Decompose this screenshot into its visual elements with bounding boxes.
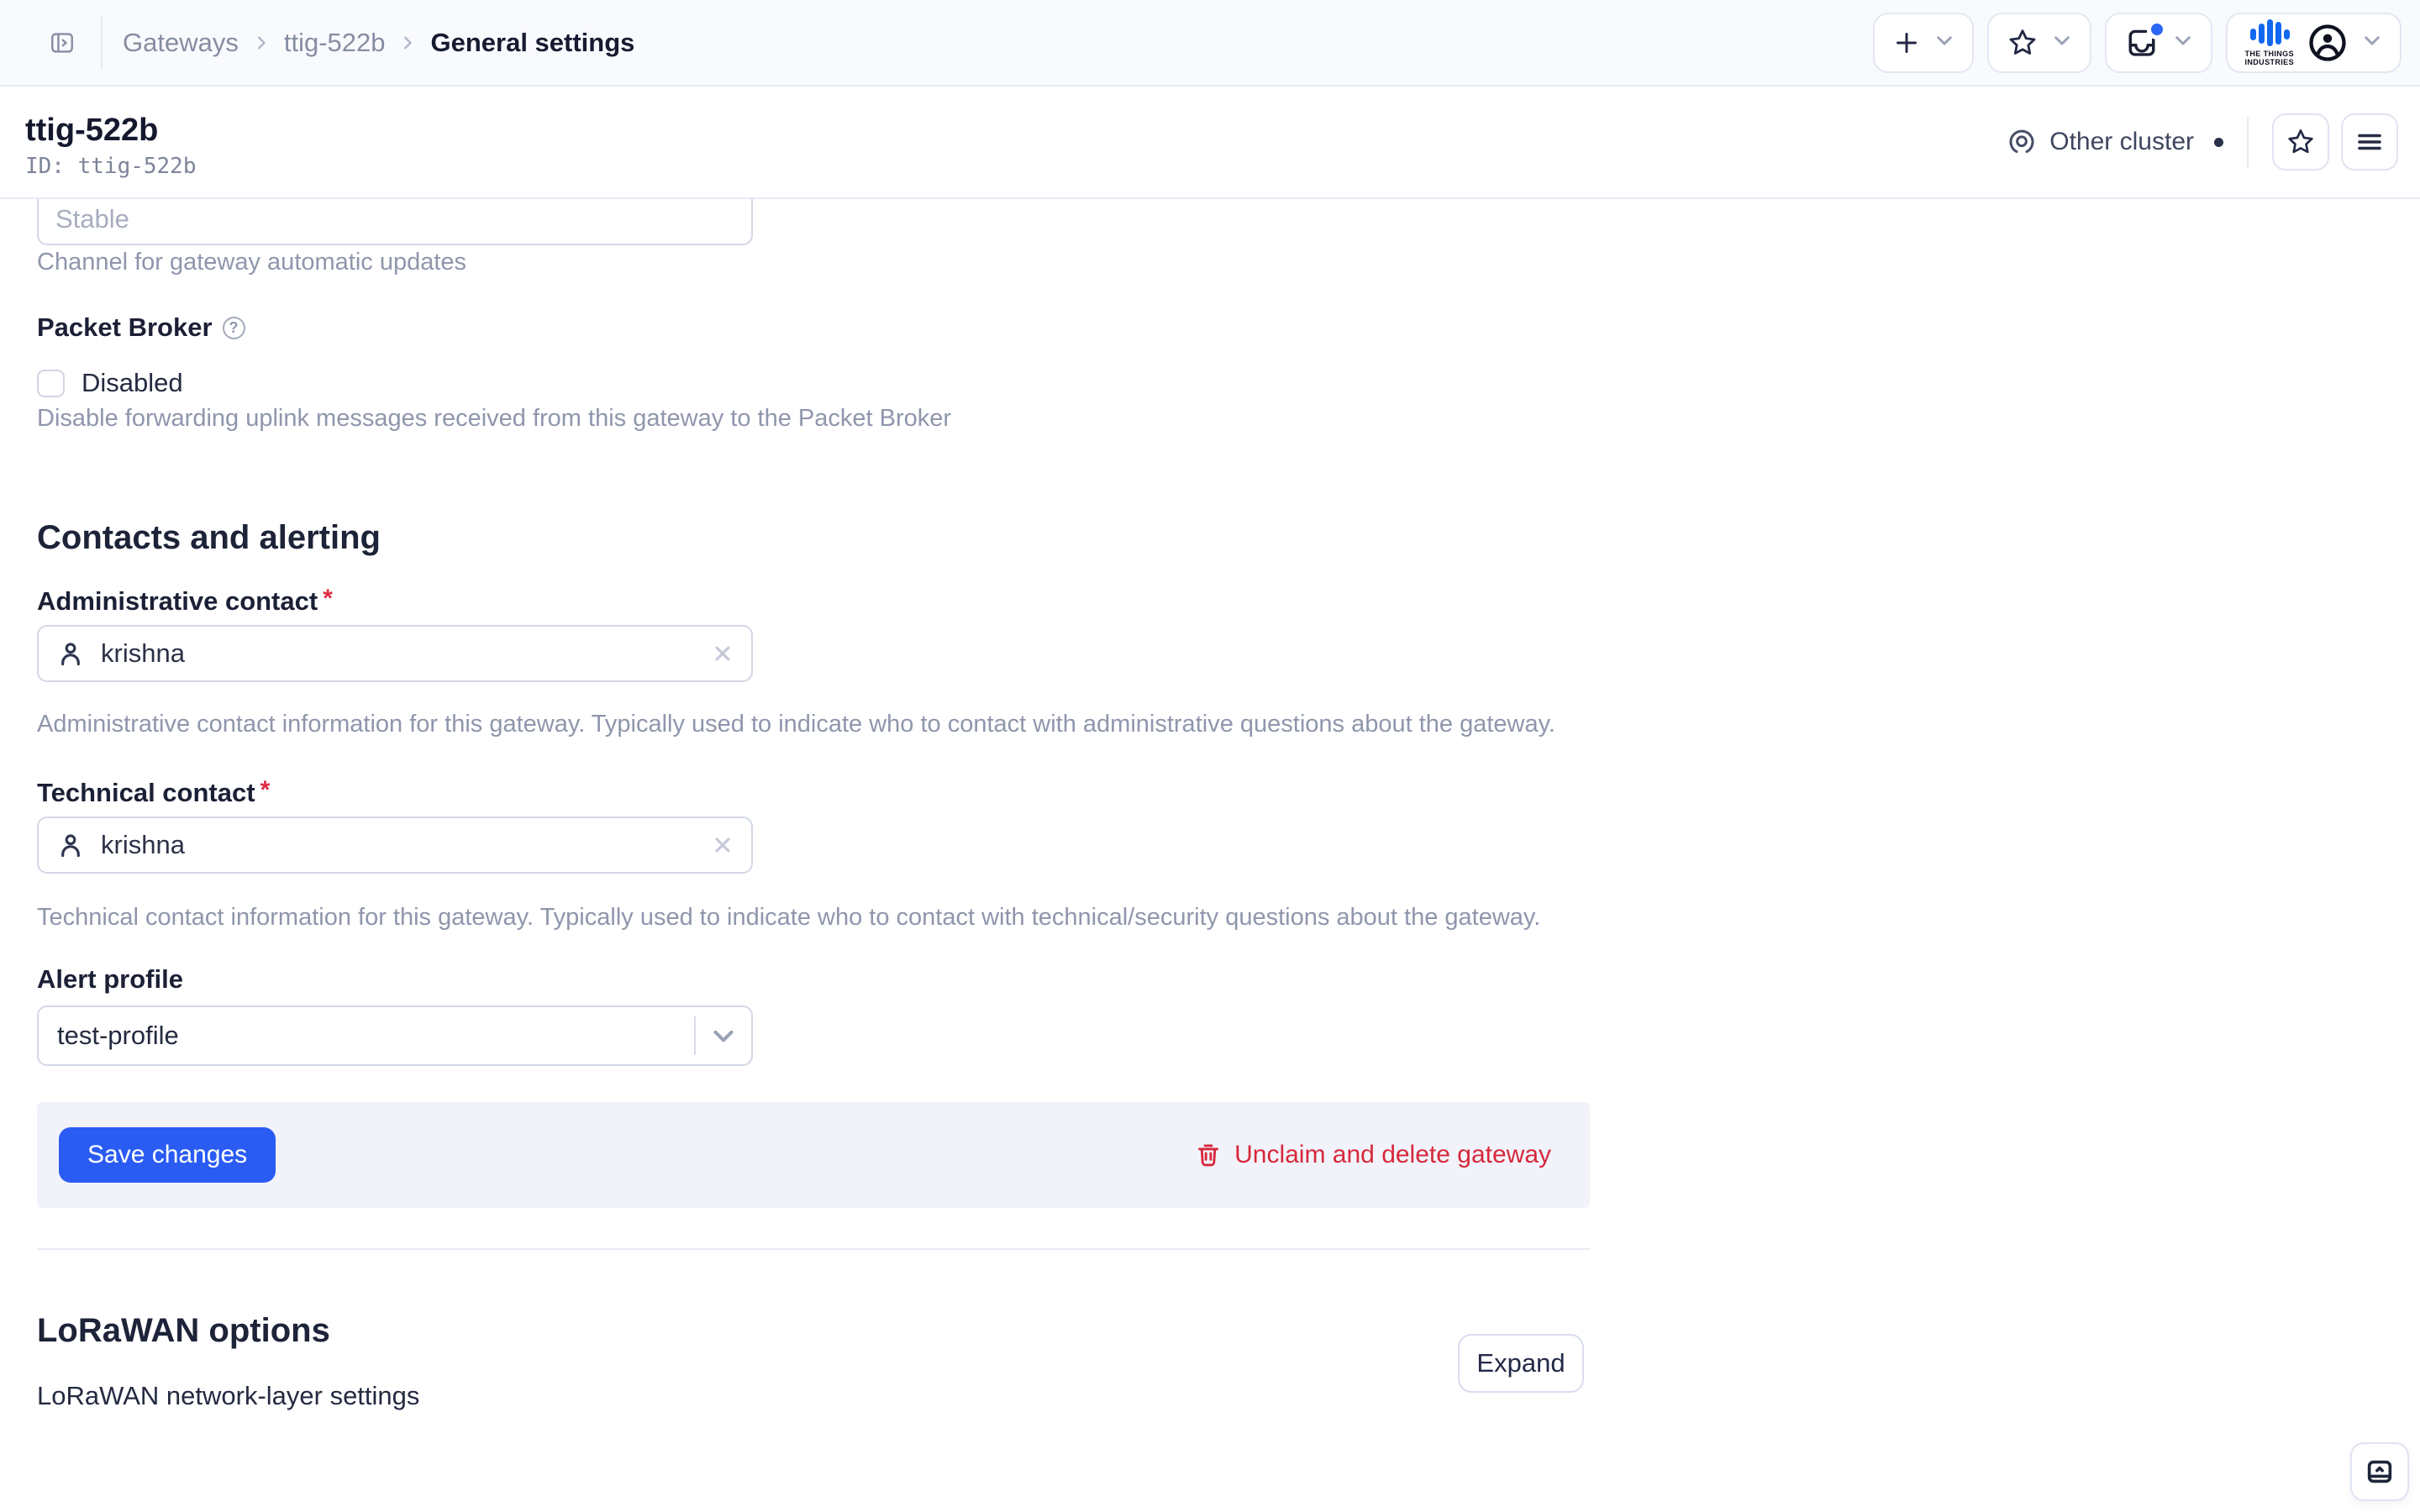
hamburger-menu-icon xyxy=(2358,134,2381,150)
tech-contact-input[interactable] xyxy=(101,830,711,860)
entity-header: ttig-522b ID: ttig-522b Other cluster xyxy=(0,87,2420,199)
save-changes-button[interactable]: Save changes xyxy=(59,1127,276,1183)
alert-profile-select[interactable]: test-profile xyxy=(37,1005,753,1066)
chevron-right-icon xyxy=(398,34,417,52)
user-icon xyxy=(55,830,86,860)
help-icon[interactable]: ? xyxy=(222,316,245,339)
admin-contact-label-text: Administrative contact xyxy=(37,586,318,616)
contacts-section-heading: Contacts and alerting xyxy=(37,519,381,556)
chevron-down-icon xyxy=(2172,29,2194,55)
trash-icon xyxy=(1194,1141,1223,1169)
unclaim-delete-label: Unclaim and delete gateway xyxy=(1234,1141,1551,1168)
required-asterisk: * xyxy=(323,585,333,612)
starred-entities-dropdown-button[interactable] xyxy=(1987,12,2092,73)
entity-header-actions: Other cluster xyxy=(2006,113,2398,171)
required-asterisk: * xyxy=(260,776,271,804)
cluster-icon xyxy=(2006,126,2038,158)
logo-wordmark: THE THINGS INDUSTRIES xyxy=(2244,50,2294,66)
chevron-down-icon xyxy=(696,1021,751,1050)
star-icon xyxy=(2288,129,2313,154)
page-title: ttig-522b xyxy=(25,113,159,148)
add-entity-dropdown-button[interactable] xyxy=(1873,12,1975,73)
lorawan-section-heading: LoRaWAN options xyxy=(37,1312,330,1349)
admin-contact-label: Administrative contact * xyxy=(37,585,333,617)
sidebar-toggle-button[interactable] xyxy=(39,19,86,66)
admin-contact-input-box xyxy=(37,625,753,682)
breadcrumb: Gateways ttig-522b General settings xyxy=(123,28,634,58)
lorawan-section-subtitle: LoRaWAN network-layer settings xyxy=(37,1381,420,1410)
plus-icon xyxy=(1891,28,1922,58)
breadcrumb-gateways[interactable]: Gateways xyxy=(123,28,239,58)
breadcrumb-current-page: General settings xyxy=(430,27,635,57)
the-things-industries-logo: THE THINGS INDUSTRIES xyxy=(2244,18,2294,66)
admin-contact-help: Administrative contact information for t… xyxy=(37,711,1555,738)
tech-contact-help: Technical contact information for this g… xyxy=(37,904,1541,931)
packet-broker-label-row: Packet Broker ? xyxy=(37,312,245,343)
packet-broker-checkbox-row: Disabled xyxy=(37,368,183,398)
cluster-label: Other cluster xyxy=(2049,128,2194,155)
bottom-drawer-toggle-button[interactable] xyxy=(2350,1442,2409,1501)
cluster-indicator: Other cluster xyxy=(2006,126,2223,158)
topbar-divider xyxy=(101,15,103,70)
clear-icon[interactable] xyxy=(711,642,734,665)
user-icon xyxy=(55,638,86,669)
sidebar-toggle-icon xyxy=(48,29,76,56)
chevron-down-icon xyxy=(2051,29,2073,55)
gateway-menu-button[interactable] xyxy=(2341,113,2398,171)
notification-dot xyxy=(2147,18,2168,39)
inbox-icon xyxy=(2123,18,2168,61)
disabled-checkbox-label[interactable]: Disabled xyxy=(82,368,183,398)
entity-id: ID: ttig-522b xyxy=(25,154,197,179)
alert-profile-value: test-profile xyxy=(57,1021,179,1050)
cluster-status-dot xyxy=(2214,137,2223,147)
chevron-down-icon xyxy=(1933,29,1955,55)
update-channel-input-box xyxy=(37,199,753,245)
section-divider xyxy=(37,1248,1590,1250)
drawer-up-icon xyxy=(2364,1456,2396,1488)
tech-contact-input-box xyxy=(37,816,753,874)
top-bar: Gateways ttig-522b General settings THE … xyxy=(0,0,2420,87)
topbar-actions: THE THINGS INDUSTRIES xyxy=(1873,12,2402,73)
packet-broker-label: Packet Broker xyxy=(37,312,213,342)
submit-bar: Save changes Unclaim and delete gateway xyxy=(37,1102,1590,1208)
tech-contact-label: Technical contact * xyxy=(37,776,271,808)
entity-title-block: ttig-522b ID: ttig-522b xyxy=(25,105,197,179)
update-channel-help: Channel for gateway automatic updates xyxy=(37,249,467,276)
account-icon xyxy=(2306,21,2349,65)
header-divider xyxy=(2247,117,2249,167)
update-channel-input[interactable] xyxy=(55,199,734,238)
unclaim-delete-button[interactable]: Unclaim and delete gateway xyxy=(1194,1141,1551,1169)
star-icon xyxy=(2006,26,2039,60)
gateway-general-settings-page: Gateways ttig-522b General settings THE … xyxy=(0,0,2420,1512)
account-dropdown-button[interactable]: THE THINGS INDUSTRIES xyxy=(2226,12,2402,73)
alert-profile-label: Alert profile xyxy=(37,964,183,994)
packet-broker-help: Disable forwarding uplink messages recei… xyxy=(37,405,952,432)
disabled-checkbox[interactable] xyxy=(37,369,65,397)
expand-button[interactable]: Expand xyxy=(1458,1334,1584,1393)
admin-contact-input[interactable] xyxy=(101,638,711,669)
star-gateway-button[interactable] xyxy=(2272,113,2329,171)
tech-contact-label-text: Technical contact xyxy=(37,778,255,807)
chevron-down-icon xyxy=(2361,29,2383,55)
clear-icon[interactable] xyxy=(711,833,734,857)
breadcrumb-gateway-id[interactable]: ttig-522b xyxy=(284,28,386,58)
chevron-right-icon xyxy=(252,34,271,52)
notifications-dropdown-button[interactable] xyxy=(2105,12,2213,73)
